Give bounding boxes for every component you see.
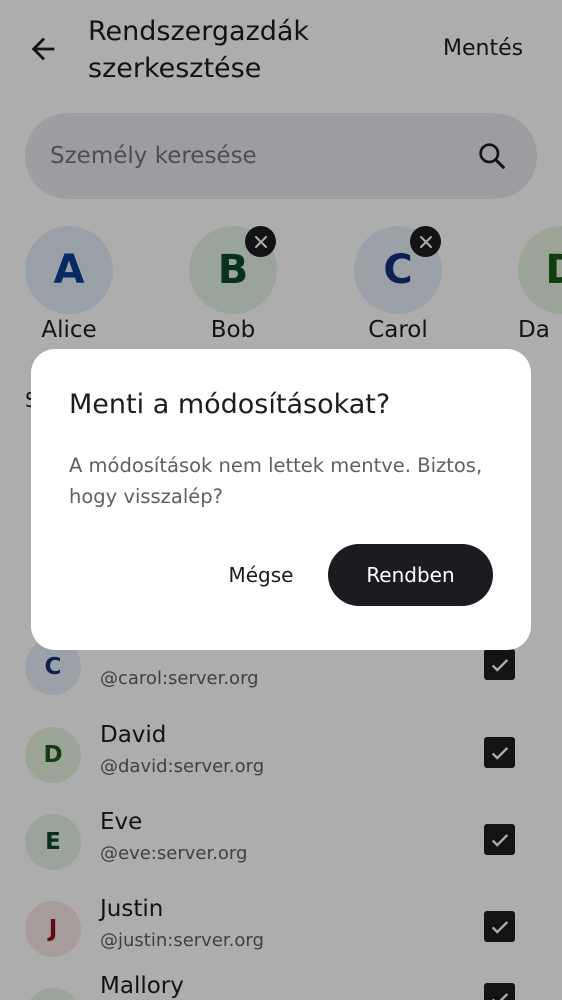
unsaved-changes-dialog: Menti a módosításokat? A módosítások nem… (31, 349, 531, 650)
dialog-title: Menti a módosításokat? (69, 389, 391, 420)
dialog-message: A módosítások nem lettek mentve. Biztos,… (69, 454, 483, 508)
ok-button[interactable]: Rendben (328, 544, 493, 606)
cancel-button[interactable]: Mégse (209, 544, 313, 606)
